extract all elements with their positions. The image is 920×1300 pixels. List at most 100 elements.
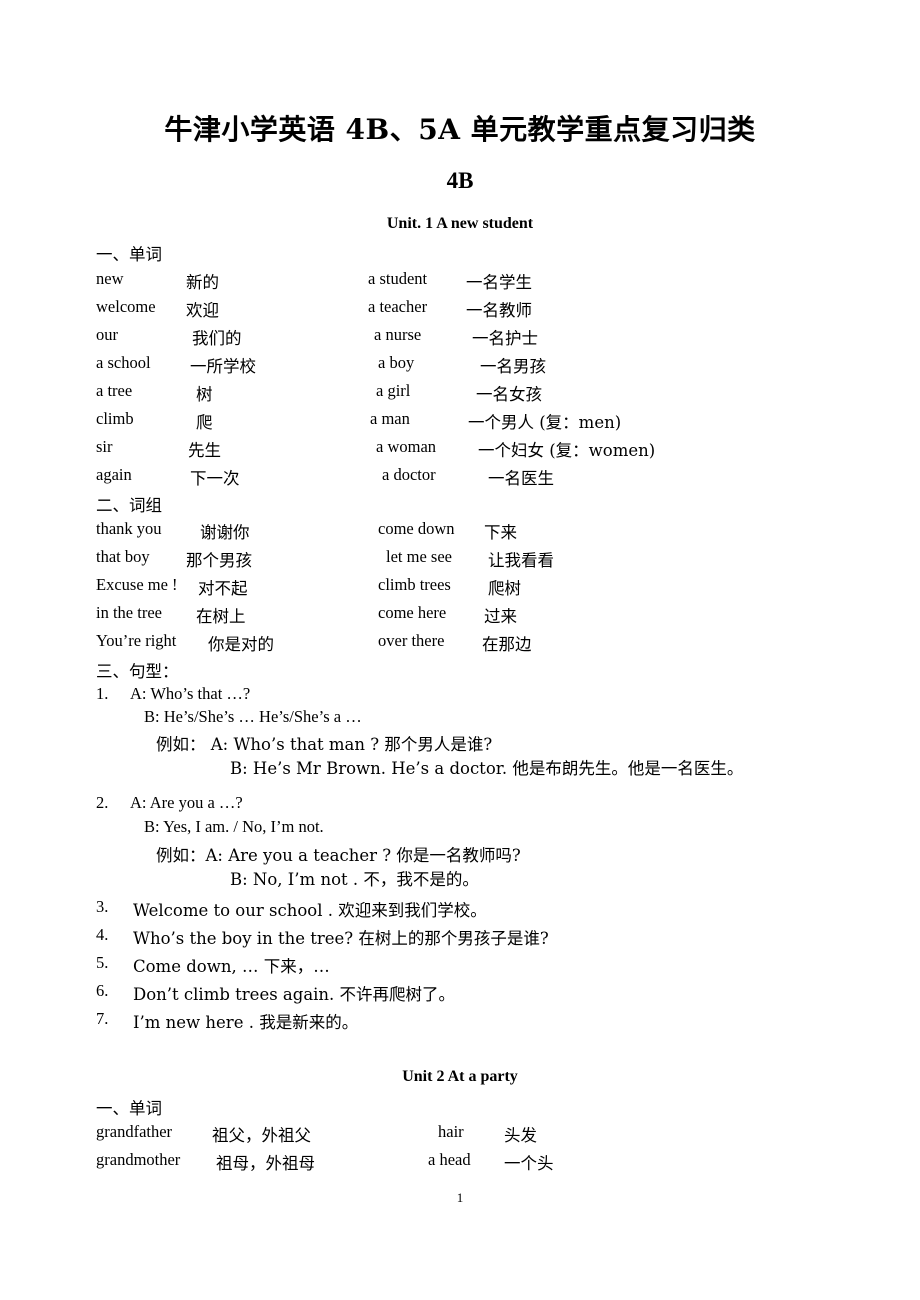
word-cn-col2: 一名医生 — [488, 469, 554, 488]
word-row: welcome 欢迎 a teacher 一名教师 — [96, 297, 920, 325]
phrase-en-col2: climb trees — [378, 575, 451, 594]
word-cn-col1: 一所学校 — [190, 357, 256, 376]
phrase-en-col1: thank you — [96, 519, 162, 538]
word-cn-col1: 爬 — [196, 413, 213, 432]
word-en-col1: our — [96, 325, 118, 344]
word-cn-col2: 一名护士 — [472, 329, 538, 348]
word-en-col1: grandfather — [96, 1122, 173, 1141]
word-cn-col2: 一名女孩 — [476, 385, 542, 404]
word-cn-col1: 先生 — [188, 441, 221, 460]
word-cn-col2: 一个头 — [504, 1154, 554, 1173]
word-en-col1: a school — [96, 353, 151, 372]
unit-2-words-label: 一、单词 — [96, 1099, 162, 1118]
pattern-number: 1. — [96, 684, 109, 703]
phrase-row: in the tree 在树上 come here 过来 — [96, 603, 920, 631]
word-cn-col2: 一名男孩 — [480, 357, 546, 376]
phrase-cn-col1: 谢谢你 — [200, 523, 250, 542]
pattern-text: A: Who’s that …? — [130, 684, 251, 703]
document-page: 牛津小学英语 4B、5A 单元教学重点复习归类 4B Unit. 1 A new… — [0, 0, 920, 1300]
word-cn-col2: 头发 — [504, 1126, 537, 1145]
phrase-row: thank you 谢谢你 come down 下来 — [96, 519, 920, 547]
pattern-number: 5. — [96, 953, 109, 972]
pattern-text: Come down, … 下来，… — [133, 957, 330, 976]
pattern-example-text: B: He’s Mr Brown. He’s a doctor. 他是布朗先生。… — [230, 759, 744, 778]
phrase-en-col2: come here — [378, 603, 447, 622]
phrase-cn-col2: 在那边 — [482, 635, 532, 654]
word-row: a tree 树 a girl 一名女孩 — [96, 381, 920, 409]
word-en-col1: new — [96, 269, 124, 288]
word-en-col2: a man — [370, 409, 410, 428]
word-cn-col1: 树 — [196, 385, 213, 404]
phrase-row: Excuse me ! 对不起 climb trees 爬树 — [96, 575, 920, 603]
phrase-row: You’re right 你是对的 over there 在那边 — [96, 631, 920, 659]
word-row: a school 一所学校 a boy 一名男孩 — [96, 353, 920, 381]
word-cn-col1: 我们的 — [192, 329, 242, 348]
word-en-col1: grandmother — [96, 1150, 181, 1169]
unit-1-phrases-label: 二、词组 — [96, 496, 162, 515]
word-en-col2: a student — [368, 269, 428, 288]
phrase-en-col2: come down — [378, 519, 455, 538]
word-cn-col2: 一名学生 — [466, 273, 532, 292]
unit-1-patterns-label: 三、句型： — [96, 662, 179, 681]
word-cn-col1: 新的 — [186, 273, 219, 292]
word-row: sir 先生 a woman 一个妇女 (复：women) — [96, 437, 920, 465]
pattern-text: B: Yes, I am. / No, I’m not. — [144, 817, 324, 836]
word-cn-col1: 欢迎 — [186, 301, 219, 320]
book-title: 4B — [446, 168, 474, 193]
phrase-cn-col2: 爬树 — [488, 579, 521, 598]
pattern-example-text: B: No, I’m not . 不，我不是的。 — [230, 870, 479, 889]
word-cn-col1: 下一次 — [190, 469, 240, 488]
word-en-col2: a woman — [376, 437, 437, 456]
word-en-col2: a teacher — [368, 297, 428, 316]
word-en-col2: a nurse — [374, 325, 422, 344]
phrase-en-col1: in the tree — [96, 603, 162, 622]
phrase-cn-col1: 那个男孩 — [186, 551, 252, 570]
pattern-number: 7. — [96, 1009, 109, 1028]
word-en-col1: again — [96, 465, 132, 484]
phrase-cn-col2: 下来 — [484, 523, 517, 542]
pattern-text: A: Are you a …? — [130, 793, 243, 812]
word-en-col2: a doctor — [382, 465, 436, 484]
unit-1-heading: Unit. 1 A new student — [386, 215, 534, 232]
word-row: grandfather 祖父，外祖父 hair 头发 — [96, 1122, 920, 1150]
phrase-cn-col1: 你是对的 — [208, 635, 274, 654]
word-cn-col1: 祖母，外祖母 — [216, 1154, 315, 1173]
document-title: 牛津小学英语 4B、5A 单元教学重点复习归类 — [164, 113, 756, 146]
page-number: 1 — [456, 1190, 464, 1205]
pattern-text: Who’s the boy in the tree? 在树上的那个男孩子是谁? — [133, 929, 549, 948]
phrase-en-col2: let me see — [386, 547, 452, 566]
phrase-cn-col1: 在树上 — [196, 607, 246, 626]
phrase-en-col2: over there — [378, 631, 445, 650]
unit-2-heading: Unit 2 At a party — [402, 1068, 518, 1085]
phrase-en-col1: Excuse me ! — [96, 575, 178, 594]
word-cn-col2: 一个男人 (复：men) — [468, 413, 622, 432]
word-en-col2: hair — [438, 1122, 464, 1141]
phrase-en-col1: You’re right — [96, 631, 177, 650]
word-cn-col2: 一个妇女 (复：women) — [478, 441, 656, 460]
pattern-example-text: 例如：A: Are you a teacher ? 你是一名教师吗? — [156, 846, 521, 865]
word-en-col1: climb — [96, 409, 134, 428]
word-en-col1: a tree — [96, 381, 133, 400]
phrase-en-col1: that boy — [96, 547, 150, 566]
pattern-number: 6. — [96, 981, 109, 1000]
word-en-col1: welcome — [96, 297, 156, 316]
phrase-cn-col2: 过来 — [484, 607, 517, 626]
pattern-text: Welcome to our school . 欢迎来到我们学校。 — [133, 901, 487, 920]
word-en-col2: a girl — [376, 381, 411, 400]
word-en-col2: a head — [428, 1150, 471, 1169]
word-row: again 下一次 a doctor 一名医生 — [96, 465, 920, 493]
word-row: grandmother 祖母，外祖母 a head 一个头 — [96, 1150, 920, 1178]
pattern-number: 4. — [96, 925, 109, 944]
pattern-text: I’m new here . 我是新来的。 — [133, 1013, 359, 1032]
word-row: our 我们的 a nurse 一名护士 — [96, 325, 920, 353]
phrase-row: that boy 那个男孩 let me see 让我看看 — [96, 547, 920, 575]
unit-1-words-label: 一、单词 — [96, 245, 162, 264]
phrase-cn-col1: 对不起 — [198, 579, 248, 598]
word-cn-col1: 祖父，外祖父 — [212, 1126, 311, 1145]
pattern-example-text: 例如： A: Who’s that man ? 那个男人是谁? — [156, 735, 493, 754]
word-en-col2: a boy — [378, 353, 415, 372]
pattern-number: 3. — [96, 897, 109, 916]
word-en-col1: sir — [96, 437, 113, 456]
pattern-number: 2. — [96, 793, 109, 812]
word-row: new 新的 a student 一名学生 — [96, 269, 920, 297]
